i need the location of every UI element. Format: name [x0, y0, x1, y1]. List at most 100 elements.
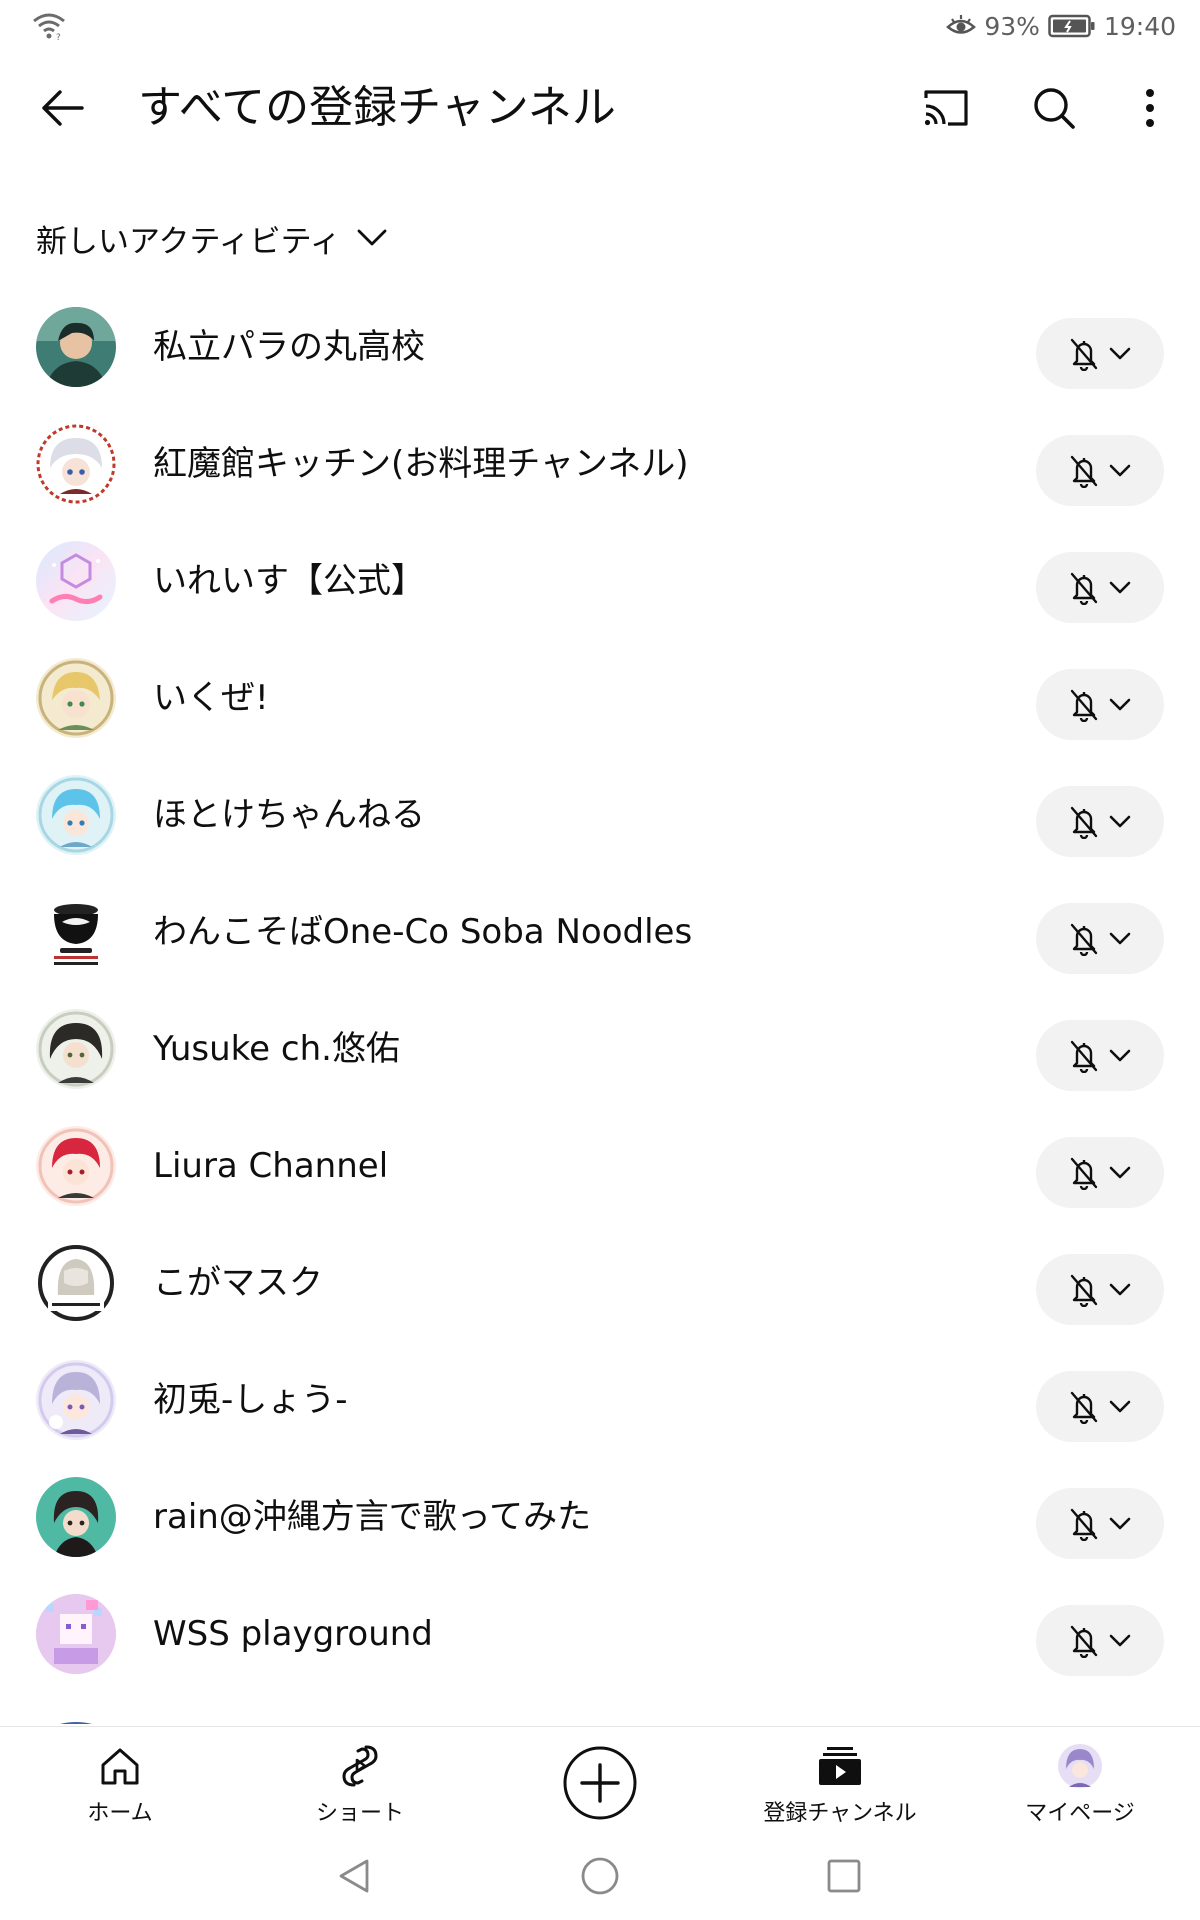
- battery-icon: [1048, 14, 1095, 38]
- channel-row[interactable]: 紅魔館キッチン(お料理チャンネル): [0, 424, 1200, 541]
- bell-off-icon: [1070, 806, 1098, 839]
- notification-button[interactable]: [1036, 903, 1164, 974]
- notification-button[interactable]: [1036, 318, 1164, 389]
- wifi-icon: ?: [33, 13, 65, 40]
- channel-name[interactable]: Liura Channel: [153, 1134, 388, 1198]
- channel-avatar[interactable]: [36, 1009, 116, 1089]
- channel-avatar[interactable]: [36, 1243, 116, 1323]
- bell-off-icon: [1070, 1157, 1098, 1190]
- system-recents-button[interactable]: [814, 1846, 874, 1906]
- chevron-down-icon: [1109, 698, 1131, 710]
- bell-off-icon: [1070, 923, 1098, 956]
- bell-off-icon: [1070, 1040, 1098, 1073]
- nav-subscriptions-label: 登録チャンネル: [763, 1801, 917, 1826]
- nav-shorts[interactable]: ショート: [240, 1727, 480, 1831]
- channel-row[interactable]: rain@沖縄方言で歌ってみた: [0, 1477, 1200, 1594]
- channel-row[interactable]: いれいす【公式】: [0, 541, 1200, 658]
- system-back-button[interactable]: [324, 1846, 384, 1906]
- plus-circle-icon: [563, 1746, 637, 1820]
- create-button[interactable]: [562, 1745, 638, 1821]
- cast-button[interactable]: [914, 76, 978, 140]
- notification-button[interactable]: [1036, 669, 1164, 740]
- bell-off-icon: [1070, 1274, 1098, 1307]
- arrow-left-icon: [42, 90, 84, 126]
- bell-off-icon: [1070, 689, 1098, 722]
- nav-shorts-label: ショート: [315, 1801, 404, 1826]
- notification-button[interactable]: [1036, 1137, 1164, 1208]
- search-button[interactable]: [1022, 76, 1086, 140]
- chevron-down-icon: [1109, 464, 1131, 476]
- notification-button[interactable]: [1036, 1254, 1164, 1325]
- page-title: すべての登録チャンネル: [138, 82, 616, 133]
- channel-avatar[interactable]: [36, 1360, 116, 1440]
- battery-percent: 93%: [984, 11, 1040, 41]
- nav-home[interactable]: ホーム: [0, 1727, 240, 1831]
- channel-row[interactable]: Yusuke ch.悠佑: [0, 1009, 1200, 1126]
- sort-dropdown[interactable]: 新しいアクティビティ: [36, 210, 387, 266]
- channel-avatar[interactable]: [36, 307, 116, 387]
- channel-avatar[interactable]: [36, 775, 116, 855]
- channel-list: 私立パラの丸高校 紅魔館キッチン(お料理チャンネル) いれいす【公式】 いくぜ!…: [0, 307, 1200, 1711]
- subscriptions-icon: [819, 1747, 861, 1785]
- more-vertical-icon: [1146, 89, 1154, 127]
- channel-avatar[interactable]: [36, 424, 116, 504]
- nav-mypage[interactable]: マイページ: [960, 1727, 1200, 1831]
- eye-comfort-icon: [946, 15, 977, 34]
- chevron-down-icon: [357, 229, 387, 246]
- status-time: 19:40: [1103, 11, 1176, 41]
- square-recents-icon: [827, 1859, 861, 1893]
- channel-avatar[interactable]: [36, 1594, 116, 1674]
- channel-name[interactable]: こがマスク: [153, 1251, 323, 1315]
- notification-button[interactable]: [1036, 435, 1164, 506]
- channel-avatar[interactable]: [36, 1126, 116, 1206]
- notification-button[interactable]: [1036, 786, 1164, 857]
- more-options-button[interactable]: [1118, 76, 1182, 140]
- bell-off-icon: [1070, 1391, 1098, 1424]
- notification-button[interactable]: [1036, 1605, 1164, 1676]
- chevron-down-icon: [1109, 347, 1131, 359]
- channel-row[interactable]: Liura Channel: [0, 1126, 1200, 1243]
- channel-row[interactable]: ほとけちゃんねる: [0, 775, 1200, 892]
- system-navigation-bar: [0, 1832, 1200, 1920]
- back-button[interactable]: [30, 76, 94, 140]
- channel-name[interactable]: 初兎-しょう-: [153, 1368, 348, 1432]
- status-bar: ? 93% 19:40: [0, 0, 1200, 52]
- channel-avatar[interactable]: [36, 1477, 116, 1557]
- notification-button[interactable]: [1036, 1488, 1164, 1559]
- notification-button[interactable]: [1036, 1020, 1164, 1091]
- nav-subscriptions[interactable]: 登録チャンネル: [720, 1727, 960, 1831]
- channel-name[interactable]: WSS playground: [153, 1602, 433, 1666]
- channel-name[interactable]: rain@沖縄方言で歌ってみた: [153, 1485, 591, 1549]
- bell-off-icon: [1070, 338, 1098, 371]
- channel-row[interactable]: わんこそばOne-Co Soba Noodles: [0, 892, 1200, 1009]
- cast-icon: [924, 90, 968, 126]
- channel-row[interactable]: 私立パラの丸高校: [0, 307, 1200, 424]
- system-home-button[interactable]: [570, 1846, 630, 1906]
- channel-name[interactable]: 紅魔館キッチン(お料理チャンネル): [153, 432, 689, 496]
- app-header: すべての登録チャンネル: [0, 62, 1200, 154]
- channel-avatar[interactable]: [36, 658, 116, 738]
- channel-avatar[interactable]: [36, 541, 116, 621]
- chevron-down-icon: [1109, 815, 1131, 827]
- chevron-down-icon: [1109, 1049, 1131, 1061]
- shorts-icon: [342, 1745, 378, 1787]
- channel-row[interactable]: こがマスク: [0, 1243, 1200, 1360]
- chevron-down-icon: [1109, 1400, 1131, 1412]
- channel-name[interactable]: いくぜ!: [153, 666, 269, 730]
- channel-row[interactable]: いくぜ!: [0, 658, 1200, 775]
- channel-name[interactable]: わんこそばOne-Co Soba Noodles: [153, 900, 692, 964]
- bell-off-icon: [1070, 1625, 1098, 1658]
- channel-name[interactable]: Yusuke ch.悠佑: [153, 1017, 400, 1081]
- notification-button[interactable]: [1036, 1371, 1164, 1442]
- channel-row[interactable]: WSS playground: [0, 1594, 1200, 1711]
- chevron-down-icon: [1109, 1283, 1131, 1295]
- channel-row[interactable]: 初兎-しょう-: [0, 1360, 1200, 1477]
- triangle-back-icon: [339, 1859, 369, 1893]
- profile-avatar-icon: [1058, 1744, 1102, 1788]
- channel-name[interactable]: ほとけちゃんねる: [153, 783, 425, 847]
- channel-name[interactable]: 私立パラの丸高校: [153, 315, 425, 379]
- notification-button[interactable]: [1036, 552, 1164, 623]
- channel-name[interactable]: いれいす【公式】: [153, 549, 425, 613]
- channel-avatar[interactable]: [36, 892, 116, 972]
- chevron-down-icon: [1109, 932, 1131, 944]
